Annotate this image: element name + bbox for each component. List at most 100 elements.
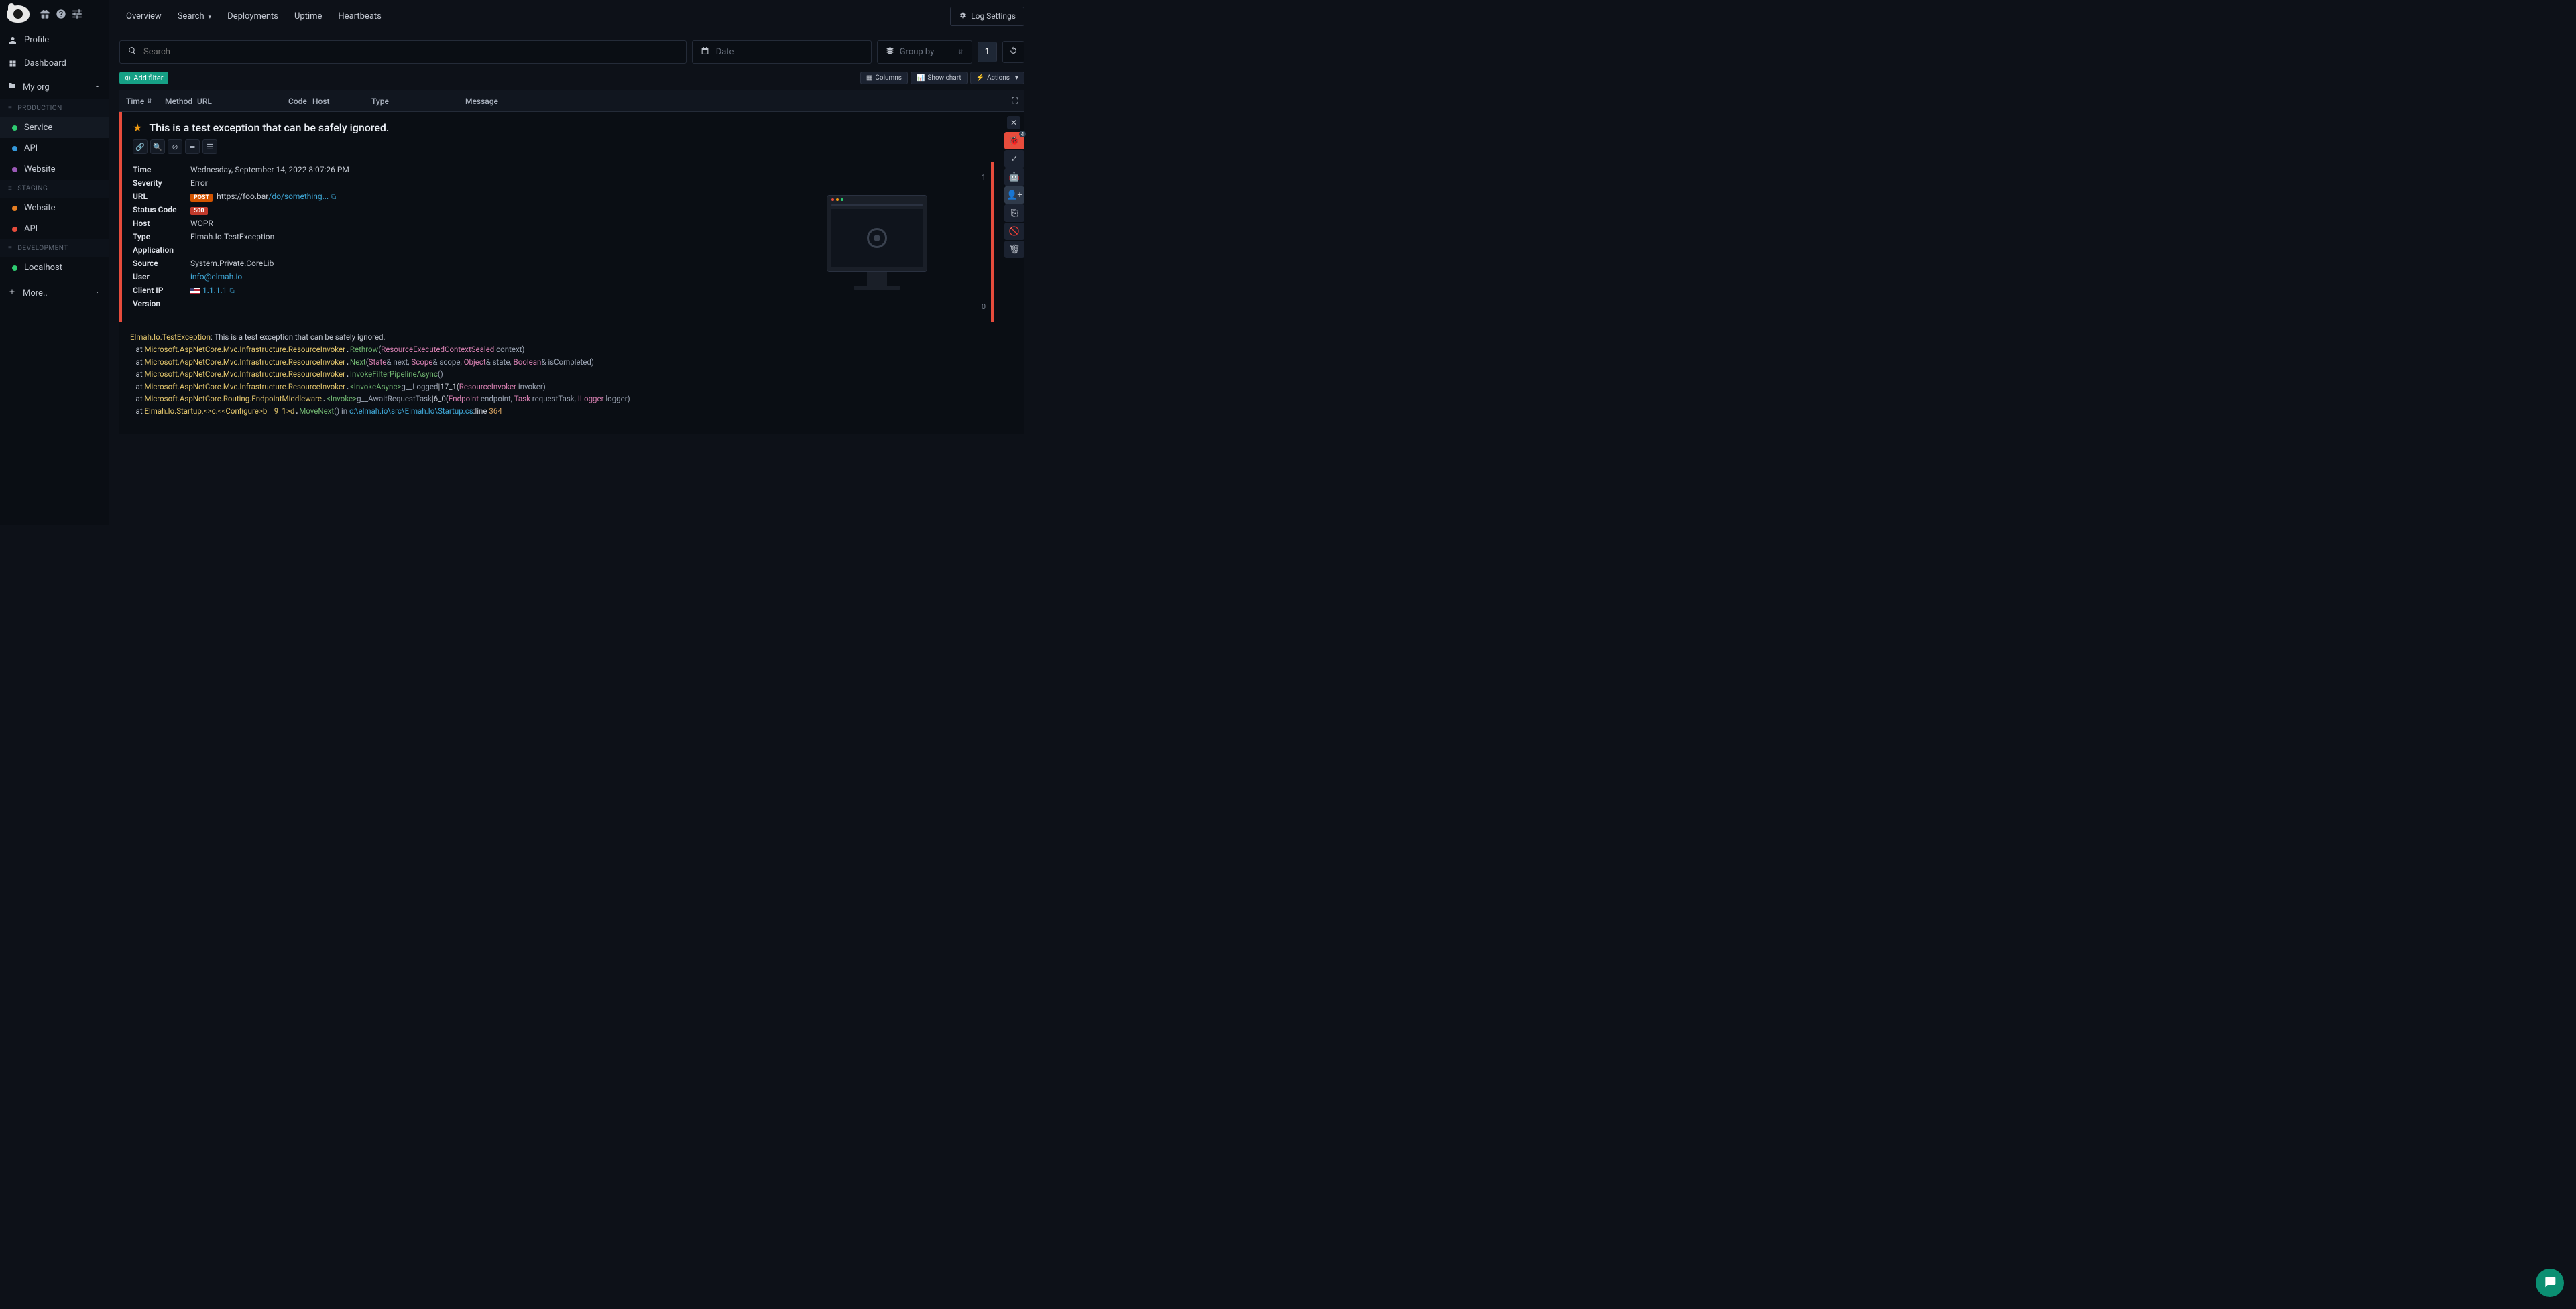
browser-preview: 1 0 [763,162,991,322]
field-time-key: Time [133,165,190,174]
section-production[interactable]: ≡PRODUCTION [0,99,109,117]
method-badge: POST [190,194,213,202]
rail-resolve-button[interactable]: ✓ [1004,150,1024,168]
tab-overview[interactable]: Overview [119,2,168,31]
nav-org-label: My org [23,82,50,92]
th-time[interactable]: Time⇵ [126,97,165,106]
section-development[interactable]: ≡DEVELOPMENT [0,239,109,257]
rail-bot-button[interactable]: 🤖 [1004,168,1024,186]
expand-icon[interactable]: ⛶ [1004,96,1018,106]
tab-heartbeats[interactable]: Heartbeats [331,2,388,31]
date-picker[interactable]: Date [692,40,872,64]
rail-hide-button[interactable]: 🚫 [1004,223,1024,240]
app-logo[interactable] [7,5,30,23]
th-code[interactable]: Code [288,97,312,106]
gear-icon [959,11,967,21]
th-host[interactable]: Host [312,97,371,106]
url-link[interactable]: /do/something... [268,192,329,201]
bot-icon: 🤖 [1009,172,1020,182]
refresh-button[interactable] [1002,41,1024,63]
rail-assign-button[interactable]: 👤+ [1004,186,1024,204]
field-source-key: Source [133,259,190,268]
permalink-button[interactable]: 🔗 [133,139,148,154]
close-detail-button[interactable]: ✕ [1007,116,1020,129]
star-icon[interactable]: ★ [133,121,142,134]
status-dot [12,265,17,271]
external-link-icon[interactable]: ⧉ [331,194,336,201]
eye-off-icon: 🚫 [1009,227,1020,237]
rail-delete-button[interactable]: 🗑 [1004,241,1024,258]
field-app-key: Application [133,245,190,255]
env-service[interactable]: Service [0,117,109,138]
show-chart-button[interactable]: 📊Show chart [911,72,968,84]
field-version-key: Version [133,299,190,308]
updown-icon: ⇵ [958,49,963,56]
group-by-select[interactable]: Group by ⇵ [877,40,972,64]
env-website-prod[interactable]: Website [0,159,109,180]
tab-search[interactable]: Search▾ [171,2,218,31]
th-message[interactable]: Message [465,97,1004,106]
columns-button[interactable]: ▦Columns [860,72,908,84]
nav-dashboard[interactable]: Dashboard [0,52,109,75]
rail-bug-button[interactable]: 🐞4 [1004,132,1024,149]
settings-icon[interactable] [71,8,83,20]
caret-down-icon: ▾ [209,14,212,21]
user-link[interactable]: info@elmah.io [190,272,242,282]
link-icon: 🔗 [135,143,145,151]
th-url[interactable]: URL [197,97,288,106]
bolt-icon: ⚡ [976,74,984,82]
scale-top: 1 [982,173,986,182]
search-input[interactable] [143,47,678,57]
nav-dashboard-label: Dashboard [24,58,66,68]
chart-icon: 📊 [917,74,925,82]
field-ip-key: Client IP [133,286,190,295]
nav-more[interactable]: More.. [0,281,109,305]
field-status-key: Status Code [133,205,190,214]
ignore-button[interactable]: ⊘ [168,139,182,154]
stack-trace[interactable]: Elmah.Io.TestException: This is a test e… [119,322,1024,434]
severity-bar-right [991,162,994,322]
add-filter-button[interactable]: ⊕Add filter [119,72,168,84]
tab-deployments[interactable]: Deployments [221,2,285,31]
external-link-icon[interactable]: ⧉ [229,288,234,295]
chevron-up-icon [94,82,101,92]
ip-link[interactable]: 1.1.1.1 [202,286,227,295]
field-host-key: Host [133,219,190,228]
help-icon[interactable] [55,8,67,20]
group-button[interactable]: ≣ [185,139,200,154]
search-similar-button[interactable]: 🔍 [150,139,165,154]
status-dot [12,227,17,232]
table-header-row: Time⇵ Method URL Code Host Type Message … [119,90,1024,112]
section-staging[interactable]: ≡STAGING [0,180,109,198]
th-type[interactable]: Type [371,97,465,106]
env-api-stag[interactable]: API [0,219,109,239]
env-localhost[interactable]: Localhost [0,257,109,278]
th-method[interactable]: Method [165,97,197,106]
nav-profile-label: Profile [24,35,49,45]
chat-fab[interactable] [2536,1269,2564,1297]
list-button[interactable]: ☰ [202,139,217,154]
status-dot [12,206,17,211]
field-host-value: WOPR [190,219,752,228]
field-status-value: 500 [190,205,752,214]
actions-dropdown[interactable]: ⚡Actions▾ [970,72,1024,84]
columns-icon: ▦ [866,74,872,82]
chevron-down-icon [94,288,101,298]
page-number[interactable]: 1 [978,42,997,62]
env-api-prod[interactable]: API [0,138,109,159]
field-severity-value: Error [190,178,752,188]
log-settings-button[interactable]: Log Settings [950,7,1024,26]
tab-uptime[interactable]: Uptime [288,2,329,31]
rail-copy-button[interactable]: ⎘ [1004,204,1024,222]
nav-profile[interactable]: Profile [0,28,109,52]
env-website-stag[interactable]: Website [0,198,109,219]
user-icon [8,36,17,44]
search-box[interactable] [119,40,687,64]
gift-icon[interactable] [39,8,51,20]
scale-bottom: 0 [982,302,986,311]
flag-us-icon [190,288,200,294]
search-icon [128,46,137,58]
plus-icon [8,288,16,298]
nav-org[interactable]: My org [0,75,109,99]
status-dot [12,167,17,172]
